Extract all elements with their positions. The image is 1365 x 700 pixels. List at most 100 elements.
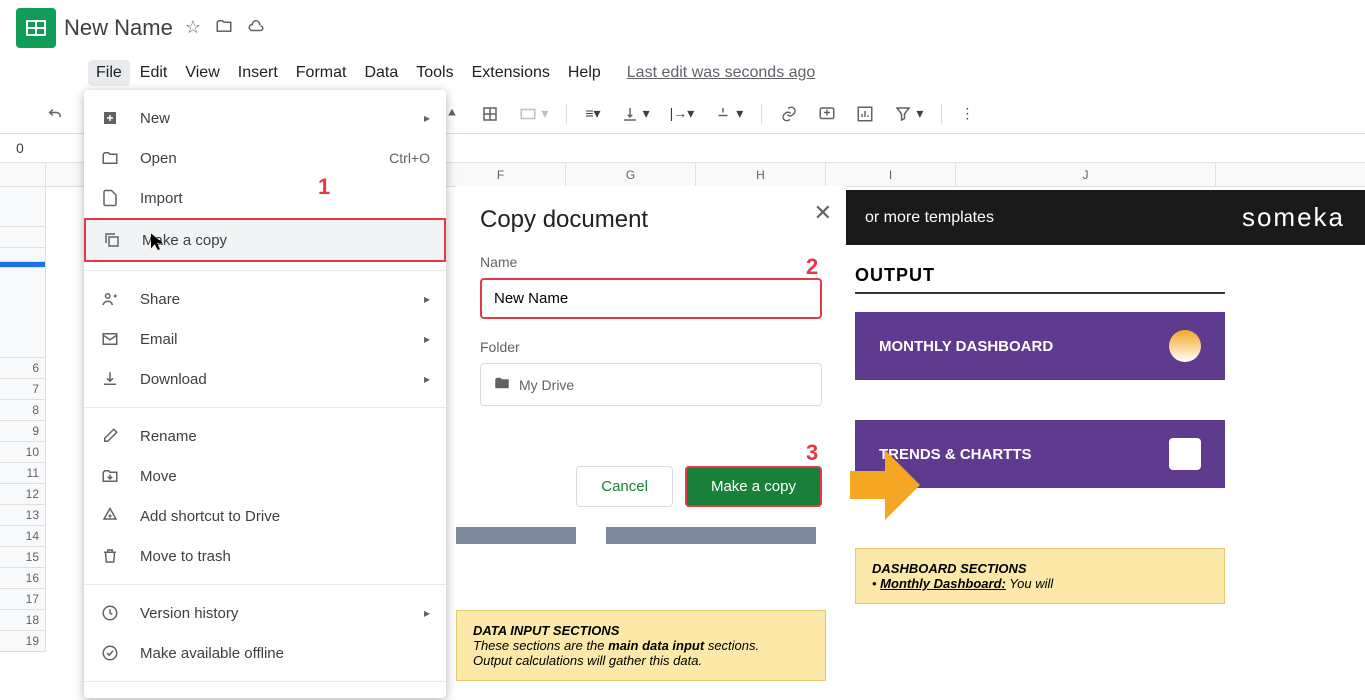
menu-format[interactable]: Format — [288, 60, 355, 86]
menu-view[interactable]: View — [177, 60, 227, 86]
text-wrap-button[interactable]: |→▾ — [664, 101, 701, 126]
row-header[interactable]: 9 — [0, 421, 46, 442]
cloud-status-icon[interactable] — [247, 17, 265, 40]
row-header[interactable]: 15 — [0, 547, 46, 568]
row-header[interactable] — [0, 227, 46, 248]
row-header[interactable]: 13 — [0, 505, 46, 526]
drive-shortcut-icon — [100, 506, 120, 526]
menu-item-import[interactable]: Import — [84, 178, 446, 218]
card-label: TRENDS & CHARTTS — [879, 446, 1032, 463]
merge-cells-button[interactable]: ▾ — [513, 101, 554, 127]
cursor-icon — [148, 232, 166, 254]
row-header[interactable]: 18 — [0, 610, 46, 631]
row-header[interactable]: 12 — [0, 484, 46, 505]
row-header[interactable] — [0, 187, 46, 227]
menu-item-share[interactable]: Share ▸ — [84, 279, 446, 319]
close-button[interactable]: ✕ — [814, 200, 832, 226]
column-header[interactable]: I — [826, 163, 956, 186]
column-header[interactable]: F — [436, 163, 566, 186]
menu-label: New — [140, 110, 170, 127]
row-header[interactable]: 11 — [0, 463, 46, 484]
menu-label: Make available offline — [140, 645, 284, 662]
insert-comment-button[interactable] — [812, 101, 842, 127]
menu-item-email[interactable]: Email ▸ — [84, 319, 446, 359]
pencil-icon — [100, 426, 120, 446]
menu-item-new[interactable]: New ▸ — [84, 98, 446, 138]
menu-help[interactable]: Help — [560, 60, 609, 86]
row-header[interactable]: 8 — [0, 400, 46, 421]
borders-button[interactable] — [475, 101, 505, 127]
menu-insert[interactable]: Insert — [230, 60, 286, 86]
info-text: Output calculations will gather this dat… — [473, 653, 702, 668]
menu-shortcut: Ctrl+O — [389, 150, 430, 166]
toolbar-separator — [941, 104, 942, 124]
name-input[interactable] — [480, 278, 822, 319]
monthly-dashboard-card[interactable]: MONTHLY DASHBOARD — [855, 312, 1225, 380]
column-header[interactable]: G — [566, 163, 696, 186]
move-folder-icon[interactable] — [215, 17, 233, 40]
menu-separator — [84, 270, 446, 271]
menu-item-rename[interactable]: Rename — [84, 416, 446, 456]
column-header[interactable]: J — [956, 163, 1216, 186]
file-menu-dropdown: New ▸ Open Ctrl+O Import Make a copy Sha… — [84, 90, 446, 698]
row-header[interactable]: 6 — [0, 358, 46, 379]
menu-item-make-copy[interactable]: Make a copy — [84, 218, 446, 262]
menu-label: Move to trash — [140, 548, 231, 565]
filter-button[interactable]: ▾ — [888, 101, 929, 127]
info-bold: main data input — [608, 638, 704, 653]
menu-data[interactable]: Data — [356, 60, 406, 86]
menu-extensions[interactable]: Extensions — [464, 60, 558, 86]
download-icon — [100, 369, 120, 389]
horizontal-align-button[interactable]: ≡▾ — [579, 101, 606, 126]
document-title[interactable]: New Name — [64, 15, 173, 41]
undo-button[interactable] — [40, 101, 70, 127]
dashboard-info-box: DASHBOARD SECTIONS • Monthly Dashboard: … — [855, 548, 1225, 604]
column-header[interactable]: H — [696, 163, 826, 186]
menu-item-version-history[interactable]: Version history ▸ — [84, 593, 446, 633]
menu-separator — [84, 681, 446, 682]
row-header[interactable]: 14 — [0, 526, 46, 547]
text-rotation-button[interactable]: ▾ — [708, 101, 749, 127]
card-label: MONTHLY DASHBOARD — [879, 338, 1053, 355]
annotation-3: 3 — [806, 440, 818, 466]
row-header[interactable]: 19 — [0, 631, 46, 652]
share-icon — [100, 289, 120, 309]
someka-logo: someka — [1242, 202, 1345, 233]
menu-item-move[interactable]: Move — [84, 456, 446, 496]
star-icon[interactable]: ☆ — [185, 17, 201, 40]
more-toolbar-button[interactable]: ⋮ — [954, 101, 980, 126]
row-header[interactable]: 10 — [0, 442, 46, 463]
menu-label: Download — [140, 371, 207, 388]
chevron-right-icon: ▸ — [424, 111, 430, 125]
row-header[interactable] — [0, 268, 46, 358]
menu-item-available-offline[interactable]: Make available offline — [84, 633, 446, 673]
insert-link-button[interactable] — [774, 101, 804, 127]
menu-label: Rename — [140, 428, 197, 445]
folder-icon — [100, 148, 120, 168]
menu-label: Email — [140, 331, 178, 348]
annotation-2: 2 — [806, 254, 818, 280]
row-header[interactable] — [0, 248, 46, 262]
cancel-button[interactable]: Cancel — [576, 466, 673, 507]
menu-tools[interactable]: Tools — [408, 60, 461, 86]
grey-card — [456, 524, 576, 544]
menu-item-open[interactable]: Open Ctrl+O — [84, 138, 446, 178]
menu-item-add-shortcut[interactable]: Add shortcut to Drive — [84, 496, 446, 536]
menu-edit[interactable]: Edit — [132, 60, 176, 86]
sheets-logo[interactable] — [16, 8, 56, 48]
select-all-corner[interactable] — [0, 163, 46, 186]
menu-separator — [84, 407, 446, 408]
row-header[interactable]: 16 — [0, 568, 46, 589]
output-header: OUTPUT — [855, 265, 1225, 294]
menu-file[interactable]: File — [88, 60, 130, 86]
make-copy-button[interactable]: Make a copy — [685, 466, 822, 507]
folder-picker[interactable]: My Drive — [480, 363, 822, 406]
menu-item-download[interactable]: Download ▸ — [84, 359, 446, 399]
vertical-align-button[interactable]: ▾ — [615, 101, 656, 127]
menu-item-move-trash[interactable]: Move to trash — [84, 536, 446, 576]
row-header[interactable]: 7 — [0, 379, 46, 400]
chevron-right-icon: ▸ — [424, 292, 430, 306]
last-edit-link[interactable]: Last edit was seconds ago — [619, 60, 824, 86]
insert-chart-button[interactable] — [850, 101, 880, 127]
row-header[interactable]: 17 — [0, 589, 46, 610]
